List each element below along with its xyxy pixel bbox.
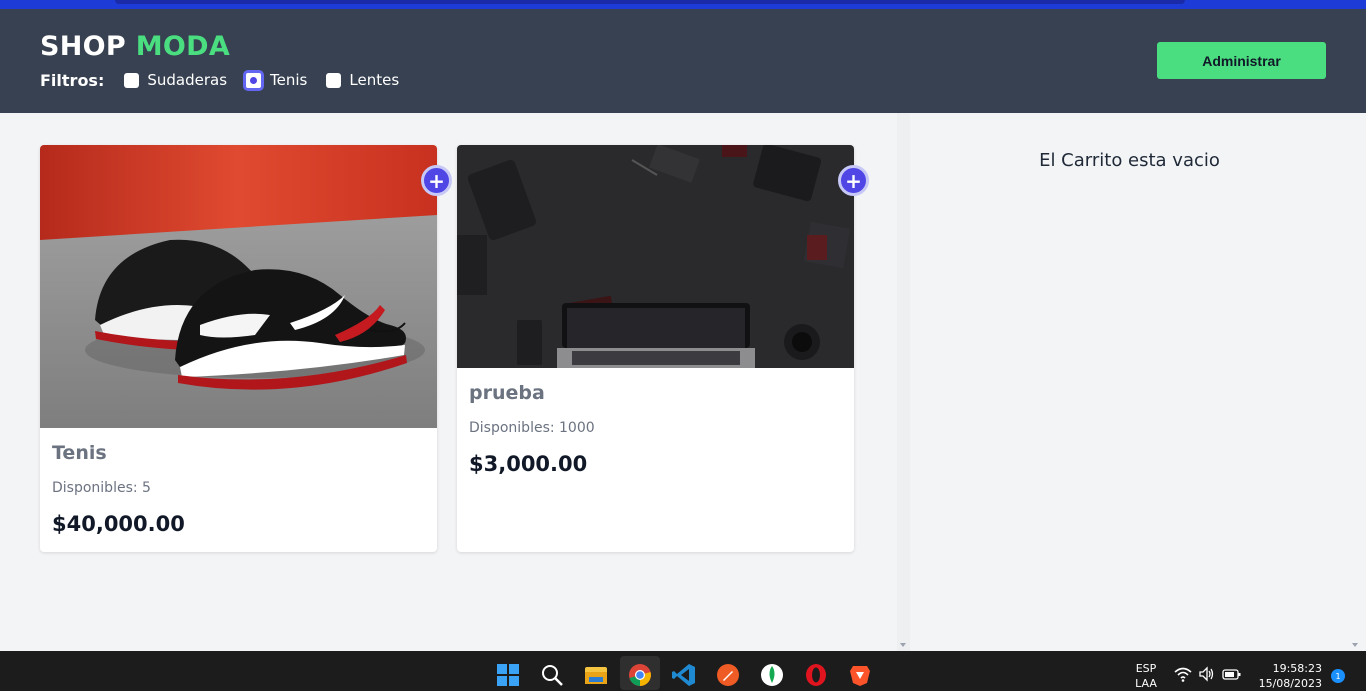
browser-tab-edge	[115, 0, 1185, 4]
filter-lentes-checkbox[interactable]	[326, 72, 342, 88]
clock-time: 19:58:23	[1272, 662, 1322, 675]
product-price: $40,000.00	[52, 512, 185, 536]
filter-sudaderas-checkbox[interactable]	[124, 72, 140, 88]
file-explorer-icon[interactable]	[584, 663, 608, 687]
site-header: SHOP MODA Filtros: Sudaderas Tenis Lente…	[0, 9, 1366, 113]
product-price: $3,000.00	[469, 452, 588, 476]
filter-tenis-label: Tenis	[270, 71, 308, 89]
filter-tenis-checkbox[interactable]	[243, 69, 265, 91]
vscode-icon[interactable]	[672, 663, 696, 687]
filters-bar: Filtros: Sudaderas Tenis Lentes	[40, 69, 418, 91]
product-grid: + Tenis Disponibles: 5 $40,000.00 + prue…	[0, 113, 897, 651]
filter-sudaderas[interactable]: Sudaderas	[124, 71, 227, 89]
cart-panel: El Carrito esta vacio	[910, 113, 1349, 651]
products-scrollbar[interactable]	[897, 113, 910, 651]
brand-main: SHOP	[40, 31, 126, 62]
brave-icon[interactable]	[848, 663, 872, 687]
postman-icon[interactable]	[716, 663, 740, 687]
clock-date: 15/08/2023	[1258, 677, 1322, 690]
opera-icon[interactable]	[804, 663, 828, 687]
mongodb-icon[interactable]	[760, 663, 784, 687]
battery-icon[interactable]	[1222, 665, 1242, 683]
cart-scrollbar[interactable]	[1349, 113, 1366, 651]
admin-button[interactable]: Administrar	[1157, 42, 1326, 79]
filter-sudaderas-label: Sudaderas	[147, 71, 228, 89]
product-card: + Tenis Disponibles: 5 $40,000.00	[40, 145, 452, 552]
product-name: Tenis	[52, 442, 107, 464]
filter-lentes-label: Lentes	[349, 71, 400, 89]
notification-badge[interactable]: 1	[1331, 669, 1345, 683]
scroll-down-arrow-icon[interactable]	[900, 643, 906, 647]
product-image-laptop	[457, 145, 854, 368]
filter-lentes[interactable]: Lentes	[326, 71, 399, 89]
add-to-cart-button[interactable]: +	[421, 165, 452, 196]
product-stock: Disponibles: 1000	[469, 420, 595, 436]
keyboard-layout: LAA	[1135, 677, 1157, 690]
brand-logo[interactable]: SHOP MODA	[40, 31, 230, 62]
browser-top-strip	[0, 0, 1366, 9]
brand-accent: MODA	[135, 31, 231, 62]
product-name: prueba	[469, 382, 545, 404]
filter-tenis[interactable]: Tenis	[243, 69, 308, 91]
language-indicator[interactable]: ESP LAA	[1133, 661, 1159, 691]
add-to-cart-button[interactable]: +	[838, 165, 869, 196]
windows-taskbar: ESP LAA 19:58:23 15/08/2023	[0, 651, 1366, 691]
windows-start-icon[interactable]	[496, 663, 520, 687]
language-code: ESP	[1135, 662, 1157, 675]
filters-label: Filtros:	[40, 70, 105, 90]
product-card: + prueba Disponibles: 1000 $3,000.00	[457, 145, 869, 552]
product-stock: Disponibles: 5	[52, 480, 151, 496]
chrome-icon[interactable]	[628, 663, 652, 687]
scroll-down-arrow-icon[interactable]	[1352, 643, 1358, 647]
cart-empty-message: El Carrito esta vacio	[1039, 150, 1220, 171]
volume-icon[interactable]	[1198, 665, 1216, 683]
search-icon[interactable]	[540, 663, 564, 687]
clock[interactable]: 19:58:23 15/08/2023	[1252, 661, 1322, 691]
wifi-icon[interactable]	[1174, 665, 1192, 683]
product-image-sneakers	[40, 145, 437, 428]
